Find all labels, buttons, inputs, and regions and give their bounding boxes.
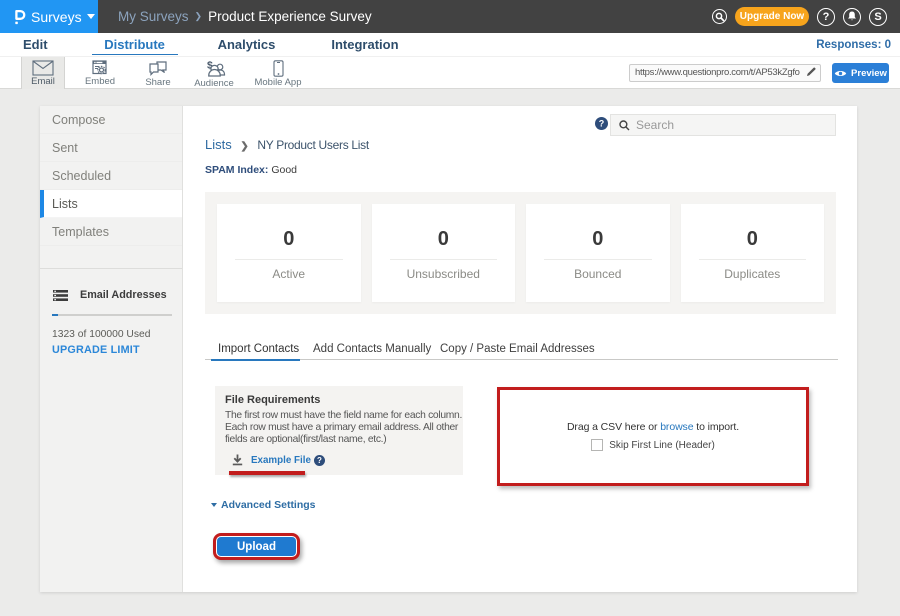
svg-text:?: ? [599,119,605,129]
svg-text:?: ? [317,456,322,465]
